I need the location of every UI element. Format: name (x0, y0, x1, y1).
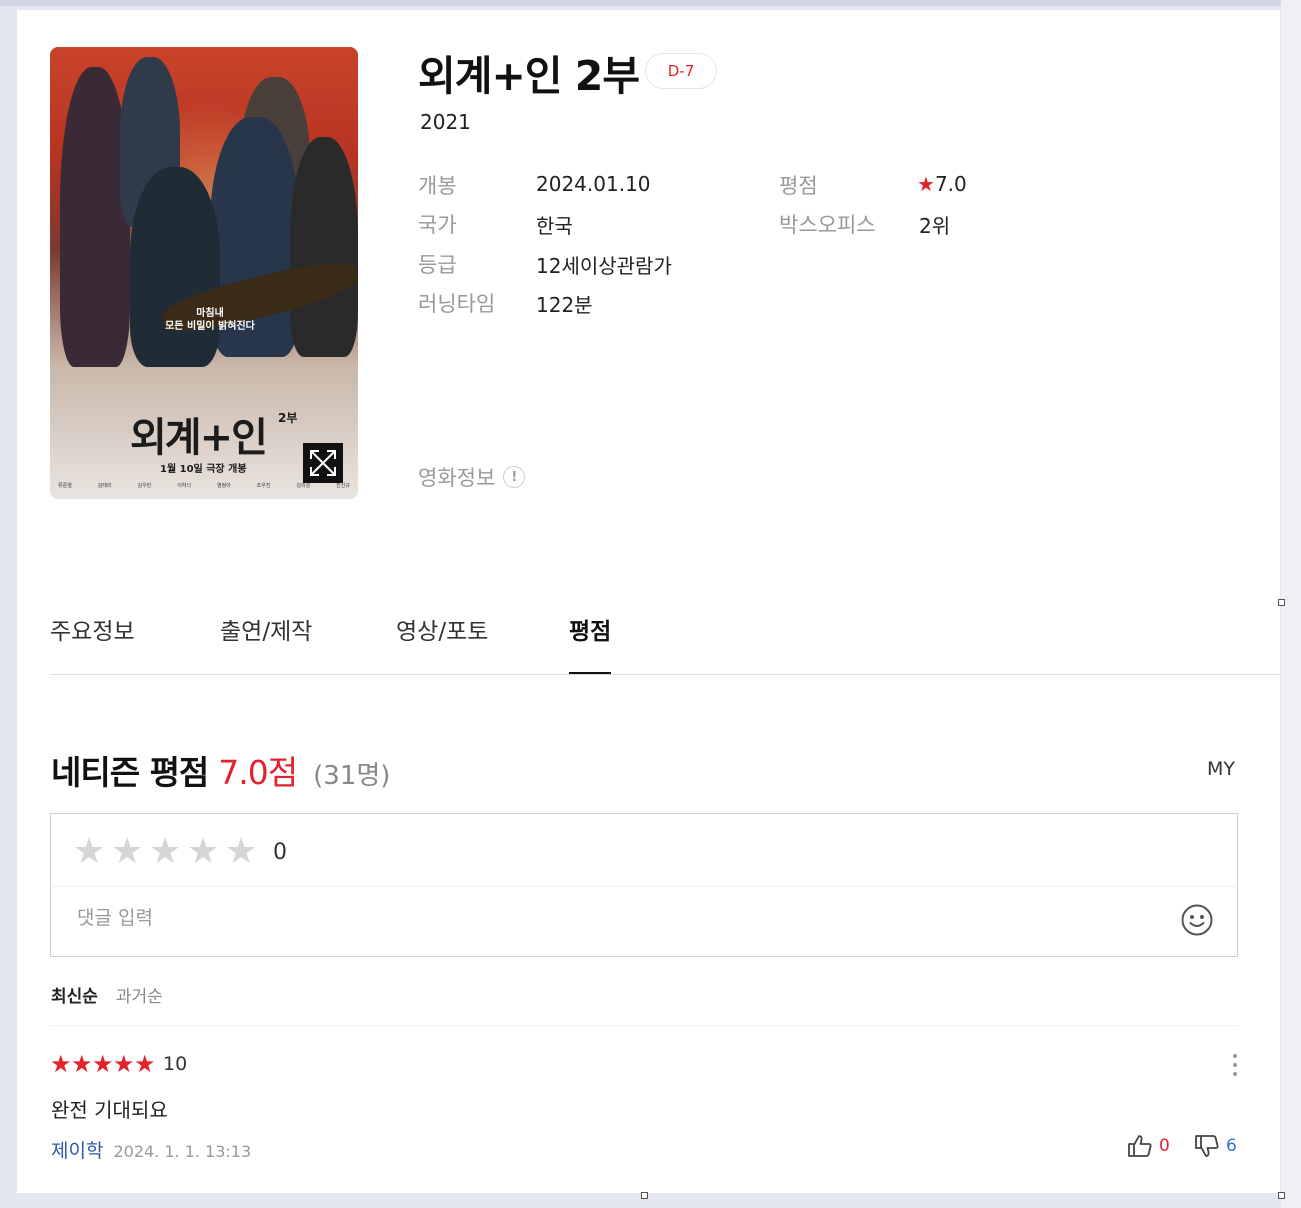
grade-value: 12세이상관람가 (536, 254, 672, 278)
poster-tagline: 마침내 모든 비밀이 밝혀진다 (150, 307, 270, 333)
resize-handle[interactable] (1278, 1192, 1285, 1199)
country-label: 국가 (418, 213, 457, 237)
poster-title: 외계+인 (130, 414, 268, 461)
thumbs-up-icon (1128, 1135, 1152, 1157)
movie-info-link[interactable]: 영화정보 ! (418, 462, 526, 492)
rating-section-count: (31명) (313, 761, 391, 791)
rating-section-title: 네티즌 평점 (51, 753, 209, 792)
my-rating-link[interactable]: MY (1207, 758, 1235, 780)
review-author[interactable]: 제이학 (51, 1136, 103, 1163)
rating-label: 평점 (779, 174, 818, 198)
star-icon: ★ (113, 1050, 135, 1078)
review-stars: ★ ★ ★ ★ ★ 10 (50, 1052, 187, 1076)
tab-video-photo[interactable]: 영상/포토 (396, 612, 488, 674)
poster-cast-name: 염정아 (216, 483, 231, 489)
smiley-icon[interactable] (1181, 904, 1213, 936)
thumbs-down-icon (1195, 1135, 1219, 1157)
poster-cast-name: 조우진 (256, 483, 271, 489)
star-icon[interactable]: ★ (187, 834, 225, 870)
poster-tagline-1: 마침내 (196, 308, 224, 319)
comment-input[interactable] (75, 906, 1159, 930)
review-item: ★ ★ ★ ★ ★ 10 완전 기대되요 제이학 2024. 1. 1. 13:… (50, 1050, 1238, 1170)
sort-options: 최신순 과거순 (51, 982, 163, 1007)
tab-bar: 주요정보 출연/제작 영상/포토 평점 (50, 608, 1280, 675)
sort-oldest[interactable]: 과거순 (116, 982, 163, 1007)
tab-main-info[interactable]: 주요정보 (50, 612, 135, 674)
expand-poster-button[interactable] (303, 443, 343, 483)
star-icon[interactable]: ★ (225, 834, 263, 870)
poster-figure (60, 67, 130, 367)
star-icon: ★ (917, 172, 935, 196)
sort-latest[interactable]: 최신순 (51, 982, 98, 1007)
list-divider (50, 1025, 1238, 1026)
window-top-bar (0, 0, 1301, 6)
star-rating-score: 0 (273, 839, 287, 865)
poster-figure (290, 137, 358, 357)
comment-divider (51, 886, 1237, 887)
star-icon[interactable]: ★ (111, 834, 149, 870)
open-date-label: 개봉 (418, 174, 457, 198)
tab-rating[interactable]: 평점 (569, 612, 612, 674)
movie-year: 2021 (420, 110, 471, 134)
runtime-value: 122분 (536, 293, 593, 317)
star-icon[interactable]: ★ (73, 834, 111, 870)
movie-poster[interactable]: 마침내 모든 비밀이 밝혀진다 외계+인 2부 1월 10일 극장 개봉 류준열… (50, 47, 358, 499)
open-date-value: 2024.01.10 (536, 172, 651, 196)
poster-release-text: 1월 10일 극장 개봉 (160, 464, 247, 475)
poster-cast-name: 김우빈 (137, 483, 152, 489)
resize-handle[interactable] (641, 1192, 648, 1199)
poster-cast-list: 류준열 김태리 김우빈 이하늬 염정아 조우진 김의성 진선규 (58, 482, 350, 489)
poster-cast-name: 진선규 (336, 483, 350, 489)
star-icon: ★ (92, 1050, 114, 1078)
star-icon[interactable]: ★ (149, 834, 187, 870)
movie-title: 외계+인 2부 (418, 52, 640, 100)
dislike-count: 6 (1226, 1136, 1237, 1156)
more-vertical-icon[interactable] (1232, 1054, 1238, 1076)
rating-number: 7.0 (934, 172, 967, 196)
poster-cast-name: 김의성 (296, 483, 311, 489)
star-rating-input[interactable]: ★ ★ ★ ★ ★ 0 (73, 834, 287, 870)
boxoffice-label: 박스오피스 (779, 213, 876, 237)
runtime-label: 러닝타임 (418, 292, 496, 316)
info-alert-icon: ! (503, 466, 526, 488)
grade-label: 등급 (418, 253, 457, 277)
like-count: 0 (1159, 1136, 1170, 1156)
movie-info-label: 영화정보 (418, 466, 496, 490)
comment-form: ★ ★ ★ ★ ★ 0 (50, 813, 1238, 957)
poster-cast-name: 김태리 (97, 483, 112, 489)
like-button[interactable]: 0 (1127, 1134, 1170, 1158)
star-icon: ★ (50, 1050, 72, 1078)
review-score: 10 (163, 1053, 188, 1075)
country-value: 한국 (536, 214, 573, 238)
rating-header: 네티즌 평점 7.0점 (31명) (51, 746, 390, 794)
rating-value: ★7.0 (917, 172, 967, 196)
dislike-button[interactable]: 6 (1194, 1134, 1237, 1158)
dday-badge: D-7 (645, 53, 717, 89)
review-text: 완전 기대되요 (51, 1098, 168, 1122)
rating-section-score: 7.0점 (218, 753, 298, 792)
poster-figure (130, 167, 220, 367)
star-icon: ★ (71, 1050, 93, 1078)
star-icon: ★ (134, 1050, 156, 1078)
poster-tagline-2: 모든 비밀이 밝혀진다 (165, 321, 255, 332)
poster-title-sup: 2부 (278, 411, 298, 425)
expand-icon (310, 450, 336, 476)
boxoffice-value: 2위 (919, 214, 951, 238)
review-meta: 제이학 2024. 1. 1. 13:13 (51, 1136, 251, 1163)
page-canvas: 마침내 모든 비밀이 밝혀진다 외계+인 2부 1월 10일 극장 개봉 류준열… (17, 10, 1280, 1193)
review-date: 2024. 1. 1. 13:13 (113, 1142, 252, 1161)
poster-cast-name: 이하늬 (177, 483, 192, 489)
poster-cast-name: 류준열 (58, 483, 72, 489)
tab-cast-production[interactable]: 출연/제작 (220, 612, 312, 674)
resize-handle[interactable] (1278, 599, 1285, 606)
